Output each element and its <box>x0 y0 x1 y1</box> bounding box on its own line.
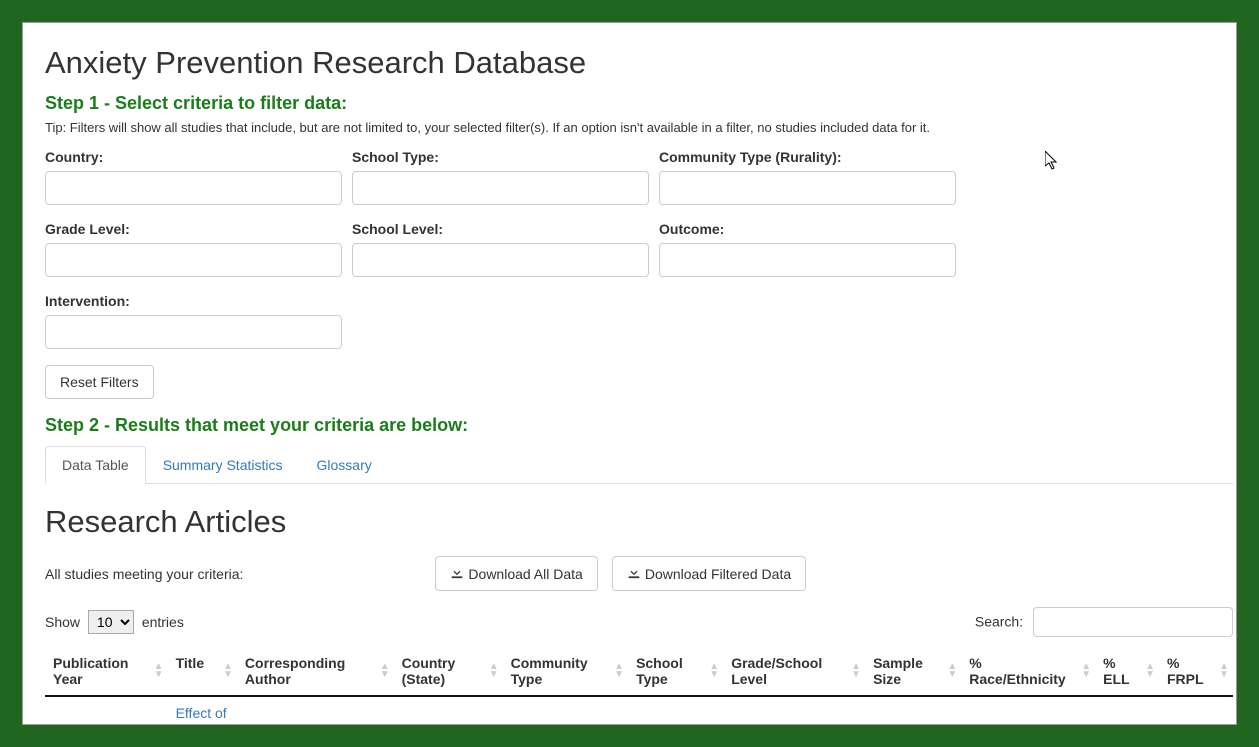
outcome-label: Outcome: <box>659 221 956 237</box>
sort-icon: ▲▼ <box>709 663 719 679</box>
grade-level-input[interactable] <box>45 243 342 277</box>
intervention-label: Intervention: <box>45 293 342 309</box>
community-type-label: Community Type (Rurality): <box>659 149 956 165</box>
step2-heading: Step 2 - Results that meet your criteria… <box>45 415 1233 436</box>
community-type-input[interactable] <box>659 171 956 205</box>
col-community[interactable]: Community Type▲▼ <box>503 647 628 696</box>
col-race[interactable]: % Race/Ethnicity▲▼ <box>961 647 1095 696</box>
entries-label: entries <box>142 614 184 630</box>
download-filtered-button[interactable]: Download Filtered Data <box>612 556 806 591</box>
tab-summary-statistics[interactable]: Summary Statistics <box>146 446 300 484</box>
school-type-label: School Type: <box>352 149 649 165</box>
show-entries: Show 10 entries <box>45 610 184 634</box>
step1-heading: Step 1 - Select criteria to filter data: <box>45 93 1233 114</box>
col-country[interactable]: Country (State)▲▼ <box>394 647 503 696</box>
scroll-container[interactable]: Anxiety Prevention Research Database Ste… <box>23 23 1236 724</box>
col-author[interactable]: Corresponding Author▲▼ <box>237 647 394 696</box>
col-grade-school[interactable]: Grade/School Level▲▼ <box>723 647 865 696</box>
col-publication-year[interactable]: Publication Year▲▼ <box>45 647 168 696</box>
toolbar: All studies meeting your criteria: Downl… <box>45 556 1233 591</box>
school-type-input[interactable] <box>352 171 649 205</box>
col-school-type[interactable]: School Type▲▼ <box>628 647 723 696</box>
col-ell[interactable]: % ELL▲▼ <box>1095 647 1159 696</box>
app-window: Anxiety Prevention Research Database Ste… <box>22 22 1237 725</box>
page-title: Anxiety Prevention Research Database <box>45 45 1233 81</box>
download-all-label: Download All Data <box>468 566 582 582</box>
country-input[interactable] <box>45 171 342 205</box>
research-articles-title: Research Articles <box>45 504 1233 540</box>
search-box: Search: <box>975 607 1233 637</box>
tabs: Data Table Summary Statistics Glossary <box>45 446 1233 484</box>
sort-icon: ▲▼ <box>154 663 164 679</box>
intervention-input[interactable] <box>45 315 342 349</box>
sort-icon: ▲▼ <box>380 663 390 679</box>
country-label: Country: <box>45 149 342 165</box>
download-filtered-label: Download Filtered Data <box>645 566 791 582</box>
sort-icon: ▲▼ <box>1219 663 1229 679</box>
article-title-link[interactable]: Effect of a <box>176 705 227 724</box>
show-label: Show <box>45 614 80 630</box>
step1-tip: Tip: Filters will show all studies that … <box>45 120 1233 135</box>
outcome-input[interactable] <box>659 243 956 277</box>
col-frpl[interactable]: % FRPL▲▼ <box>1159 647 1233 696</box>
filter-row-1: Country: School Type: Community Type (Ru… <box>45 149 1233 205</box>
school-level-input[interactable] <box>352 243 649 277</box>
search-label: Search: <box>975 614 1023 630</box>
sort-icon: ▲▼ <box>614 663 624 679</box>
filter-row-3: Intervention: <box>45 293 1233 349</box>
criteria-subtitle: All studies meeting your criteria: <box>45 566 243 582</box>
sort-icon: ▲▼ <box>851 663 861 679</box>
results-table: Publication Year▲▼ Title▲▼ Corresponding… <box>45 647 1233 724</box>
table-controls: Show 10 entries Search: <box>45 607 1233 637</box>
filter-row-2: Grade Level: School Level: Outcome: <box>45 221 1233 277</box>
grade-level-label: Grade Level: <box>45 221 342 237</box>
sort-icon: ▲▼ <box>489 663 499 679</box>
school-level-label: School Level: <box>352 221 649 237</box>
sort-icon: ▲▼ <box>947 663 957 679</box>
sort-icon: ▲▼ <box>1081 663 1091 679</box>
page-size-select[interactable]: 10 <box>88 610 134 634</box>
table-row: Effect of a <box>45 696 1233 724</box>
reset-filters-button[interactable]: Reset Filters <box>45 365 154 399</box>
download-all-button[interactable]: Download All Data <box>435 556 597 591</box>
tab-data-table[interactable]: Data Table <box>45 446 146 484</box>
sort-icon: ▲▼ <box>1145 663 1155 679</box>
download-icon <box>450 565 464 582</box>
col-title[interactable]: Title▲▼ <box>168 647 237 696</box>
tab-glossary[interactable]: Glossary <box>300 446 389 484</box>
download-icon <box>627 565 641 582</box>
col-sample-size[interactable]: Sample Size▲▼ <box>865 647 961 696</box>
search-input[interactable] <box>1033 607 1233 637</box>
sort-icon: ▲▼ <box>223 663 233 679</box>
